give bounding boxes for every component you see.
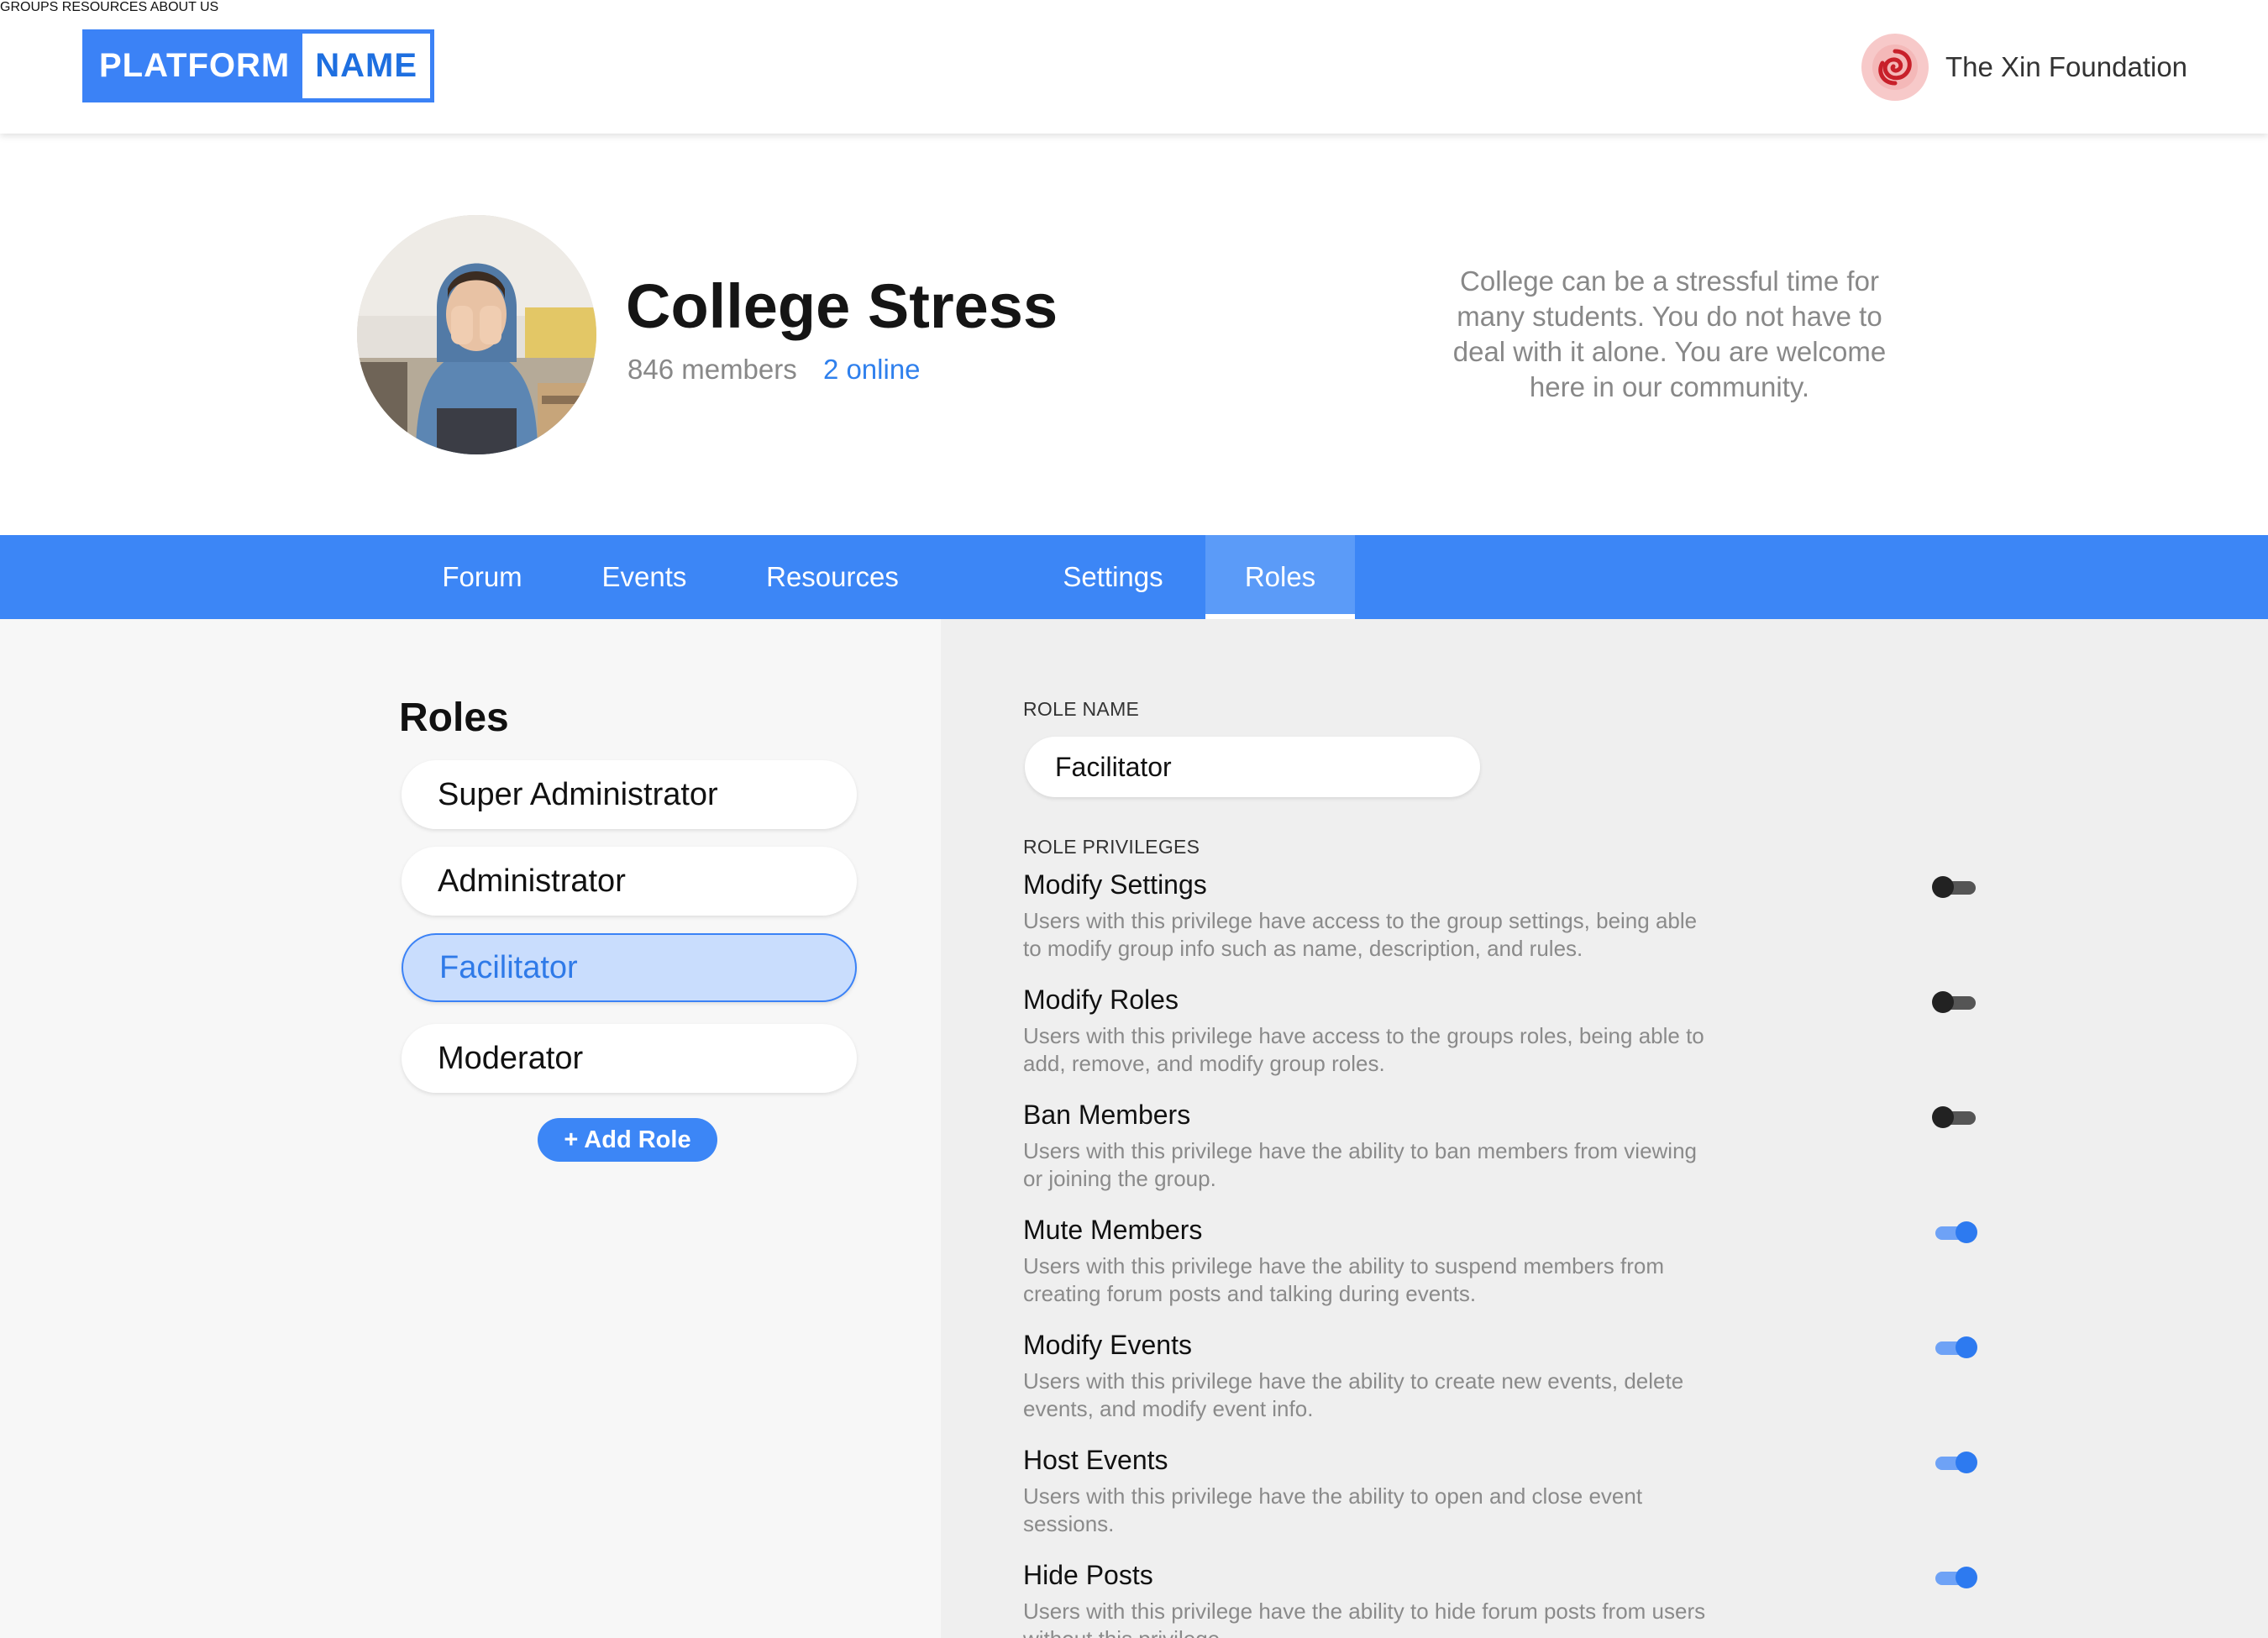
tab-events[interactable]: Events (588, 535, 701, 619)
privilege-description: Users with this privilege have the abili… (1023, 1138, 1698, 1191)
privilege-description: Users with this privilege have access to… (1023, 1023, 1704, 1076)
group-stats: 846 members 2 online (627, 354, 921, 386)
logo-text-name: NAME (302, 34, 430, 98)
platform-logo[interactable]: PLATFORM NAME (82, 29, 434, 102)
tab-roles[interactable]: Roles (1205, 535, 1355, 619)
host-events-toggle[interactable] (1932, 1450, 1977, 1473)
privilege-modify-roles: Modify Roles Users with this privilege h… (1023, 984, 1976, 1078)
privilege-title: Hide Posts (1023, 1560, 1153, 1590)
role-item-facilitator[interactable]: Facilitator (402, 933, 857, 1002)
privilege-host-events: Host Events Users with this privilege ha… (1023, 1445, 1977, 1538)
tab-settings[interactable]: Settings (1046, 535, 1180, 619)
privilege-description: Users with this privilege have the abili… (1023, 1599, 1706, 1638)
group-description: College can be a stressful time for many… (1452, 265, 1887, 402)
privilege-description: Users with this privilege have the abili… (1023, 1483, 1643, 1536)
tab-resources[interactable]: Resources (752, 535, 913, 619)
privilege-description: Users with this privilege have the abili… (1023, 1368, 1684, 1421)
group-title: College Stress (626, 271, 1058, 341)
hide-posts-toggle[interactable] (1932, 1565, 1977, 1588)
nav-groups-link[interactable]: GROUPS (0, 0, 58, 14)
privilege-title: Ban Members (1023, 1100, 1191, 1130)
group-tab-bar: Forum Events Resources Settings Roles (0, 535, 2268, 619)
ban-members-toggle[interactable] (1932, 1105, 1977, 1128)
organization-account[interactable]: The Xin Foundation (1861, 34, 2187, 101)
online-count-link[interactable]: 2 online (823, 354, 921, 385)
top-navigation-bar: PLATFORM NAME GROUPS RESOURCES ABOUT US … (0, 0, 2268, 134)
role-name-label: ROLE NAME (1023, 698, 1140, 720)
mute-members-toggle[interactable] (1932, 1220, 1977, 1243)
privilege-modify-events: Modify Events Users with this privilege … (1023, 1330, 1977, 1423)
role-item-super-administrator[interactable]: Super Administrator (402, 760, 857, 829)
privilege-title: Host Events (1023, 1445, 1168, 1475)
privilege-title: Mute Members (1023, 1215, 1203, 1245)
role-name-input[interactable] (1025, 737, 1480, 797)
privilege-title: Modify Settings (1023, 869, 1207, 900)
nav-resources-link[interactable]: RESOURCES (62, 0, 147, 14)
group-avatar (357, 215, 596, 454)
privilege-title: Modify Roles (1023, 984, 1179, 1015)
tab-forum[interactable]: Forum (424, 535, 540, 619)
logo-text-platform: PLATFORM (99, 47, 291, 84)
organization-name: The Xin Foundation (1945, 51, 2188, 82)
role-item-moderator[interactable]: Moderator (402, 1024, 857, 1093)
modify-events-toggle[interactable] (1932, 1335, 1977, 1358)
privilege-mute-members: Mute Members Users with this privilege h… (1023, 1215, 1977, 1308)
privilege-description: Users with this privilege have access to… (1023, 908, 1698, 961)
modify-roles-toggle[interactable] (1932, 990, 1977, 1013)
add-role-button[interactable]: + Add Role (538, 1118, 717, 1162)
spiral-logo-icon (1861, 34, 1929, 101)
privilege-ban-members: Ban Members Users with this privilege ha… (1023, 1100, 1976, 1193)
role-item-administrator[interactable]: Administrator (402, 847, 857, 916)
modify-settings-toggle[interactable] (1932, 874, 1977, 898)
privilege-title: Modify Events (1023, 1330, 1192, 1360)
nav-about-us-link[interactable]: ABOUT US (150, 0, 219, 14)
privilege-description: Users with this privilege have the abili… (1023, 1253, 1664, 1306)
privilege-modify-settings: Modify Settings Users with this privileg… (1023, 869, 1976, 963)
roles-heading: Roles (399, 696, 509, 740)
role-privileges-label: ROLE PRIVILEGES (1023, 836, 1200, 858)
privilege-hide-posts: Hide Posts Users with this privilege hav… (1023, 1560, 1977, 1638)
member-count: 846 members (627, 354, 797, 385)
